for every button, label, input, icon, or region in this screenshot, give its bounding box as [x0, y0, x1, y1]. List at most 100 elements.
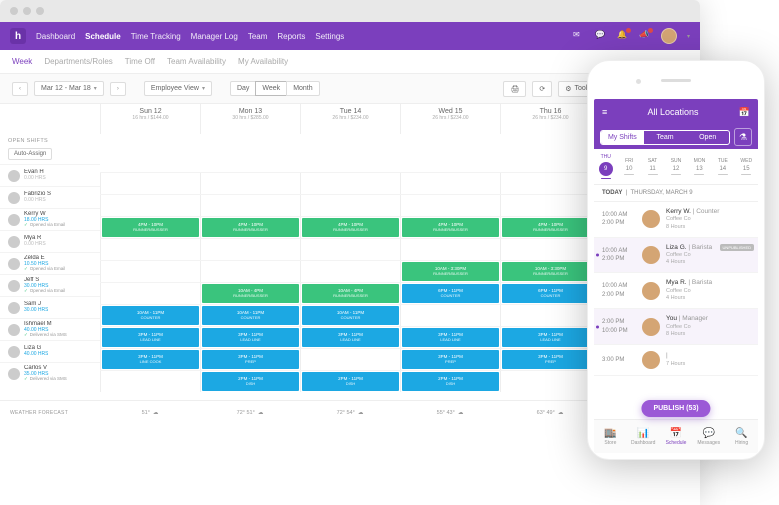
employee-row[interactable]: Mya R 0.00 HRS	[0, 230, 100, 252]
shift-cell[interactable]	[100, 283, 200, 304]
subnav-my-availability[interactable]: My Availability	[238, 57, 288, 66]
view-selector[interactable]: Employee View ▾	[144, 81, 212, 96]
chevron-down-icon[interactable]: ▾	[687, 33, 690, 40]
shift-block[interactable]: 2PM - 11PMDISH	[402, 372, 499, 391]
shift-cell[interactable]	[500, 371, 600, 392]
shift-block[interactable]: 4PM - 10PMRUNNER/BUSSER	[102, 218, 199, 237]
shift-cell[interactable]: 3PM - 11PMLINE COOK	[100, 349, 200, 370]
shift-cell[interactable]	[100, 239, 200, 260]
shift-block[interactable]: 4PM - 10PMRUNNER/BUSSER	[202, 218, 299, 237]
shift-cell[interactable]: 10AM - 4PMRUNNER/BUSSER	[300, 283, 400, 304]
employee-row[interactable]: Carlos V 35.00 HRS ✓Delivered via SMS	[0, 362, 100, 384]
shift-block[interactable]: 2PM - 11PMDISH	[302, 372, 399, 391]
phone-shift-item[interactable]: 2:00 PM10:00 PM You | Manager Coffee Co …	[594, 309, 758, 345]
megaphone-icon[interactable]: 📣	[639, 30, 651, 42]
shift-cell[interactable]	[500, 305, 600, 326]
employee-row[interactable]: Fabrizio S 0.00 HRS	[0, 186, 100, 208]
shift-block[interactable]: 10AM - 11PMCOUNTER	[302, 306, 399, 325]
shift-block[interactable]: 3PM - 11PMPREP	[502, 350, 599, 369]
shift-cell[interactable]	[500, 195, 600, 216]
traffic-zoom-icon[interactable]	[36, 7, 44, 15]
shift-cell[interactable]	[400, 239, 500, 260]
phone-tab-open[interactable]: Open	[686, 131, 729, 144]
auto-assign-button[interactable]: Auto-Assign	[8, 148, 52, 160]
bottomnav-hiring[interactable]: 🔍Hiring	[725, 420, 758, 453]
shift-cell[interactable]: 2PM - 11PMDISH	[200, 371, 300, 392]
shift-cell[interactable]: 10AM - 3:30PMRUNNER/BUSSER	[400, 261, 500, 282]
subnav-week[interactable]: Week	[12, 57, 32, 66]
shift-block[interactable]: 3PM - 11PMLEAD LINE	[302, 328, 399, 347]
shift-cell[interactable]: 10AM - 4PMRUNNER/BUSSER	[200, 283, 300, 304]
shift-cell[interactable]	[300, 349, 400, 370]
shift-cell[interactable]	[100, 173, 200, 194]
phone-day[interactable]: SAT11	[641, 149, 664, 184]
subnav-time-off[interactable]: Time Off	[125, 57, 155, 66]
employee-row[interactable]: Sam J 30.00 HRS	[0, 296, 100, 318]
shift-cell[interactable]: 3PM - 11PMPREP	[200, 349, 300, 370]
phone-shift-item[interactable]: 10:00 AM2:00 PM Liza G. | Barista Coffee…	[594, 238, 758, 274]
sync-button[interactable]: ⟳	[532, 81, 552, 97]
shift-block[interactable]: 2PM - 11PMDISH	[202, 372, 299, 391]
shift-cell[interactable]: 3PM - 11PMLEAD LINE	[100, 327, 200, 348]
period-week[interactable]: Week	[255, 81, 287, 96]
period-month[interactable]: Month	[286, 81, 319, 96]
phone-day[interactable]: TUE14	[711, 149, 734, 184]
shift-block[interactable]: 3PM - 11PMLEAD LINE	[202, 328, 299, 347]
next-week-button[interactable]: ›	[110, 82, 126, 96]
employee-row[interactable]: Ishmael M 40.00 HRS ✓Delivered via SMS	[0, 318, 100, 340]
print-button[interactable]: 🖨	[503, 81, 526, 97]
shift-block[interactable]: 3PM - 11PMLEAD LINE	[502, 328, 599, 347]
phone-shift-item[interactable]: 10:00 AM2:00 PM Kerry W. | Counter Coffe…	[594, 202, 758, 238]
shift-block[interactable]: 3PM - 11PMLEAD LINE	[402, 328, 499, 347]
shift-cell[interactable]: 4PM - 10PMRUNNER/BUSSER	[300, 217, 400, 238]
shift-cell[interactable]	[300, 173, 400, 194]
shift-block[interactable]: 3PM - 11PMLEAD LINE	[102, 328, 199, 347]
filter-icon[interactable]: ⚗	[734, 128, 752, 146]
phone-shift-item[interactable]: 3:00 PM | 7 Hours	[594, 345, 758, 376]
shift-block[interactable]: 10AM - 11PMCOUNTER	[102, 306, 199, 325]
shift-cell[interactable]	[400, 305, 500, 326]
traffic-minimize-icon[interactable]	[23, 7, 31, 15]
shift-block[interactable]: 10AM - 4PMRUNNER/BUSSER	[202, 284, 299, 303]
nav-reports[interactable]: Reports	[277, 32, 305, 41]
shift-cell[interactable]: 6PM - 11PMCOUNTER	[400, 283, 500, 304]
nav-schedule[interactable]: Schedule	[85, 32, 121, 41]
shift-block[interactable]: 10AM - 11PMCOUNTER	[202, 306, 299, 325]
employee-row[interactable]: Liza G 40.00 HRS	[0, 340, 100, 362]
shift-cell[interactable]	[100, 195, 200, 216]
shift-cell[interactable]	[200, 195, 300, 216]
shift-cell[interactable]	[200, 239, 300, 260]
shift-block[interactable]: 6PM - 11PMCOUNTER	[402, 284, 499, 303]
phone-day[interactable]: WED15	[735, 149, 758, 184]
prev-week-button[interactable]: ‹	[12, 82, 28, 96]
shift-cell[interactable]	[300, 239, 400, 260]
nav-team[interactable]: Team	[248, 32, 268, 41]
shift-cell[interactable]: 10AM - 11PMCOUNTER	[300, 305, 400, 326]
shift-cell[interactable]: 6PM - 11PMCOUNTER	[500, 283, 600, 304]
publish-button[interactable]: PUBLISH (53)	[641, 400, 710, 417]
chat-icon[interactable]: 💬	[595, 30, 607, 42]
shift-block[interactable]: 4PM - 10PMRUNNER/BUSSER	[302, 218, 399, 237]
shift-block[interactable]: 4PM - 10PMRUNNER/BUSSER	[402, 218, 499, 237]
date-range-picker[interactable]: Mar 12 - Mar 18 ▾	[34, 81, 104, 96]
subnav-team-availability[interactable]: Team Availability	[167, 57, 226, 66]
phone-shift-list[interactable]: 10:00 AM2:00 PM Kerry W. | Counter Coffe…	[594, 202, 758, 419]
employee-row[interactable]: Kerry W 18.00 HRS ✓Opened via Email	[0, 208, 100, 230]
shift-cell[interactable]	[300, 195, 400, 216]
shift-cell[interactable]: 3PM - 11PMPREP	[400, 349, 500, 370]
shift-block[interactable]: 4PM - 10PMRUNNER/BUSSER	[502, 218, 599, 237]
employee-row[interactable]: Zelda E 10.50 HRS ✓Opened via Email	[0, 252, 100, 274]
mail-icon[interactable]: ✉	[573, 30, 585, 42]
shift-cell[interactable]	[400, 173, 500, 194]
phone-tab-team[interactable]: Team	[644, 131, 687, 144]
shift-cell[interactable]	[100, 261, 200, 282]
nav-dashboard[interactable]: Dashboard	[36, 32, 75, 41]
shift-cell[interactable]	[500, 173, 600, 194]
shift-block[interactable]: 6PM - 11PMCOUNTER	[502, 284, 599, 303]
shift-cell[interactable]: 3PM - 11PMLEAD LINE	[200, 327, 300, 348]
shift-cell[interactable]: 3PM - 11PMLEAD LINE	[500, 327, 600, 348]
shift-block[interactable]: 3PM - 11PMLINE COOK	[102, 350, 199, 369]
bell-icon[interactable]: 🔔	[617, 30, 629, 42]
user-avatar[interactable]	[661, 28, 677, 44]
bottomnav-store[interactable]: 🏬Store	[594, 420, 627, 453]
